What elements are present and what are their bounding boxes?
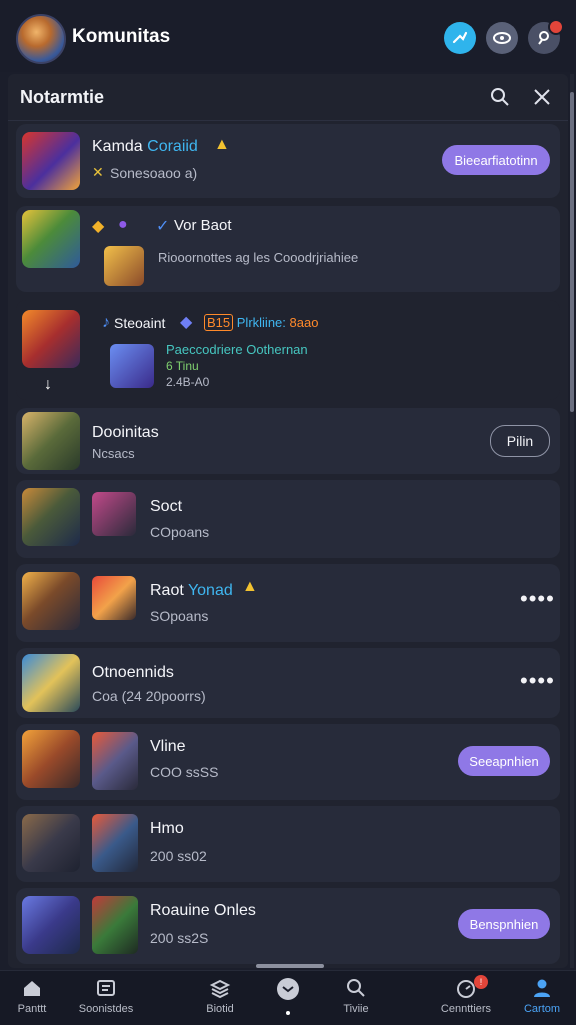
- nav-item-layers[interactable]: Biotid: [184, 977, 256, 1015]
- notification-card[interactable]: ↓ ♪ Steoaint ◆ B15 Plrkliine: 8aao Paecc…: [16, 300, 560, 400]
- user-avatar: [92, 896, 138, 954]
- card-subtitle: Sonesoaoo a): [110, 165, 198, 181]
- game-thumbnail: [22, 132, 80, 190]
- notification-card[interactable]: Hmo 200 ss02: [16, 806, 560, 882]
- notification-badge: !: [474, 975, 488, 989]
- card-title: Soct: [150, 498, 183, 515]
- action-button[interactable]: Seeapnhien: [458, 746, 550, 776]
- nav-item-news[interactable]: Soonistdes: [70, 977, 142, 1015]
- user-avatar: [104, 246, 144, 286]
- game-thumbnail: [22, 412, 80, 470]
- layers-icon: [184, 977, 256, 1001]
- nav-item-search[interactable]: Tiviie: [320, 977, 392, 1015]
- crown-icon: ●: [118, 216, 128, 233]
- scrollbar-thumb[interactable]: [570, 92, 574, 412]
- card-title: Roauine Onles: [150, 902, 256, 919]
- game-controller-icon: [252, 977, 324, 1001]
- notification-card[interactable]: Kamda Coraiid ▲ ✕ Sonesoaoo a) Bieearfia…: [16, 124, 560, 198]
- card-subtitle: 200 ss2S: [150, 930, 209, 946]
- notification-card[interactable]: Roauine Onles 200 ss2S Benspnhien: [16, 888, 560, 964]
- follow-button[interactable]: Pilin: [490, 425, 550, 457]
- news-icon: [70, 977, 142, 1001]
- arrow-down-icon[interactable]: ↓: [44, 376, 52, 394]
- card-subtitle: SOpoans: [150, 608, 209, 624]
- card-title: Vor Baot: [174, 217, 232, 234]
- app-title: Komunitas: [72, 26, 171, 47]
- panel-title: Notarmtie: [20, 87, 105, 107]
- game-thumbnail: [22, 572, 80, 630]
- game-thumbnail: [22, 814, 80, 872]
- action-button[interactable]: Benspnhien: [458, 909, 550, 939]
- music-icon: ♪: [102, 314, 110, 331]
- notification-icon: [430, 977, 502, 1001]
- search-icon: [320, 977, 392, 1001]
- card-subtitle: Paeccodriere Oothernan: [166, 342, 308, 357]
- notification-card[interactable]: Soct COpoans: [16, 480, 560, 558]
- notification-card[interactable]: ◆ ● ✓ Vor Baot Riooornottes ag les Coood…: [16, 206, 560, 292]
- top-app-bar: Komunitas: [0, 0, 576, 72]
- user-avatar: [92, 576, 136, 620]
- card-title: Kamda Coraiid: [92, 138, 198, 155]
- notifications-panel: Notarmtie Kamda Coraiid ▲ ✕ Sonesoaoo a)…: [8, 74, 568, 968]
- game-thumbnail: [22, 310, 80, 368]
- card-subtitle: Coa (24 20poorrs): [92, 688, 206, 704]
- nav-item-game[interactable]: [252, 977, 324, 1003]
- card-title: Hmo: [150, 820, 184, 837]
- notification-dot: [548, 19, 564, 35]
- nav-item-profile[interactable]: Cartom: [506, 977, 576, 1015]
- user-avatar: [110, 344, 154, 388]
- card-meta: 6 Tinu: [166, 359, 199, 373]
- game-thumbnail: [22, 210, 80, 268]
- card-subtitle: Ncsacs: [92, 446, 135, 461]
- profile-icon: [506, 977, 576, 1001]
- card-title: Dooinitas: [92, 424, 159, 441]
- card-title: Raot Yonad: [150, 582, 233, 599]
- card-title: Vline: [150, 738, 186, 755]
- trophy-icon: ▲: [242, 578, 258, 595]
- profile-avatar[interactable]: [16, 14, 66, 64]
- diamond-icon: ◆: [180, 314, 193, 331]
- user-avatar: [92, 814, 138, 872]
- home-icon: [0, 977, 68, 1001]
- bottom-navigation: Panttt Soonistdes Biotid Tiviie ! Cenntt…: [0, 970, 576, 1025]
- card-title-tags: B15 Plrkliine: 8aao: [204, 314, 318, 331]
- close-icon[interactable]: [528, 83, 556, 111]
- card-subtitle: 200 ss02: [150, 848, 207, 864]
- game-thumbnail: [22, 654, 80, 712]
- game-thumbnail: [22, 896, 80, 954]
- user-avatar: [92, 492, 136, 536]
- user-search-icon[interactable]: [528, 19, 564, 54]
- trophy-icon: ▲: [214, 136, 230, 153]
- active-dot: [286, 1011, 290, 1015]
- panel-header: Notarmtie: [8, 74, 568, 121]
- eye-icon[interactable]: [486, 22, 518, 54]
- card-subtitle: COO ssSS: [150, 764, 219, 780]
- cross-icon: ✕: [92, 164, 104, 180]
- share-icon[interactable]: [444, 22, 476, 54]
- game-thumbnail: [22, 488, 80, 546]
- card-title: Otnoennids: [92, 664, 174, 681]
- game-thumbnail: [22, 730, 80, 788]
- nav-item-notifications[interactable]: ! Cennttiers: [430, 975, 502, 1015]
- notification-card[interactable]: Raot Yonad ▲ SOpoans ••••: [16, 564, 560, 642]
- lightning-icon: ◆: [92, 218, 105, 235]
- nav-item-home[interactable]: Panttt: [0, 977, 68, 1015]
- more-options-icon[interactable]: ••••: [520, 586, 555, 612]
- notification-card[interactable]: Vline COO ssSS Seeapnhien: [16, 724, 560, 800]
- card-title: Steoaint: [114, 315, 166, 331]
- home-indicator: [256, 964, 324, 968]
- notification-card[interactable]: Otnoennids Coa (24 20poorrs) ••••: [16, 648, 560, 718]
- notification-card[interactable]: Dooinitas Ncsacs Pilin: [16, 408, 560, 474]
- user-avatar: [92, 732, 138, 790]
- action-button[interactable]: Bieearfiatotinn: [442, 145, 550, 175]
- card-subtitle: COpoans: [150, 524, 210, 540]
- check-icon: ✓: [156, 218, 170, 235]
- card-subtitle: Riooornottes ag les Cooodrjriahiee: [158, 250, 359, 265]
- more-options-icon[interactable]: ••••: [520, 668, 555, 694]
- search-icon[interactable]: [486, 83, 514, 111]
- card-meta: 2.4B-A0: [166, 375, 210, 389]
